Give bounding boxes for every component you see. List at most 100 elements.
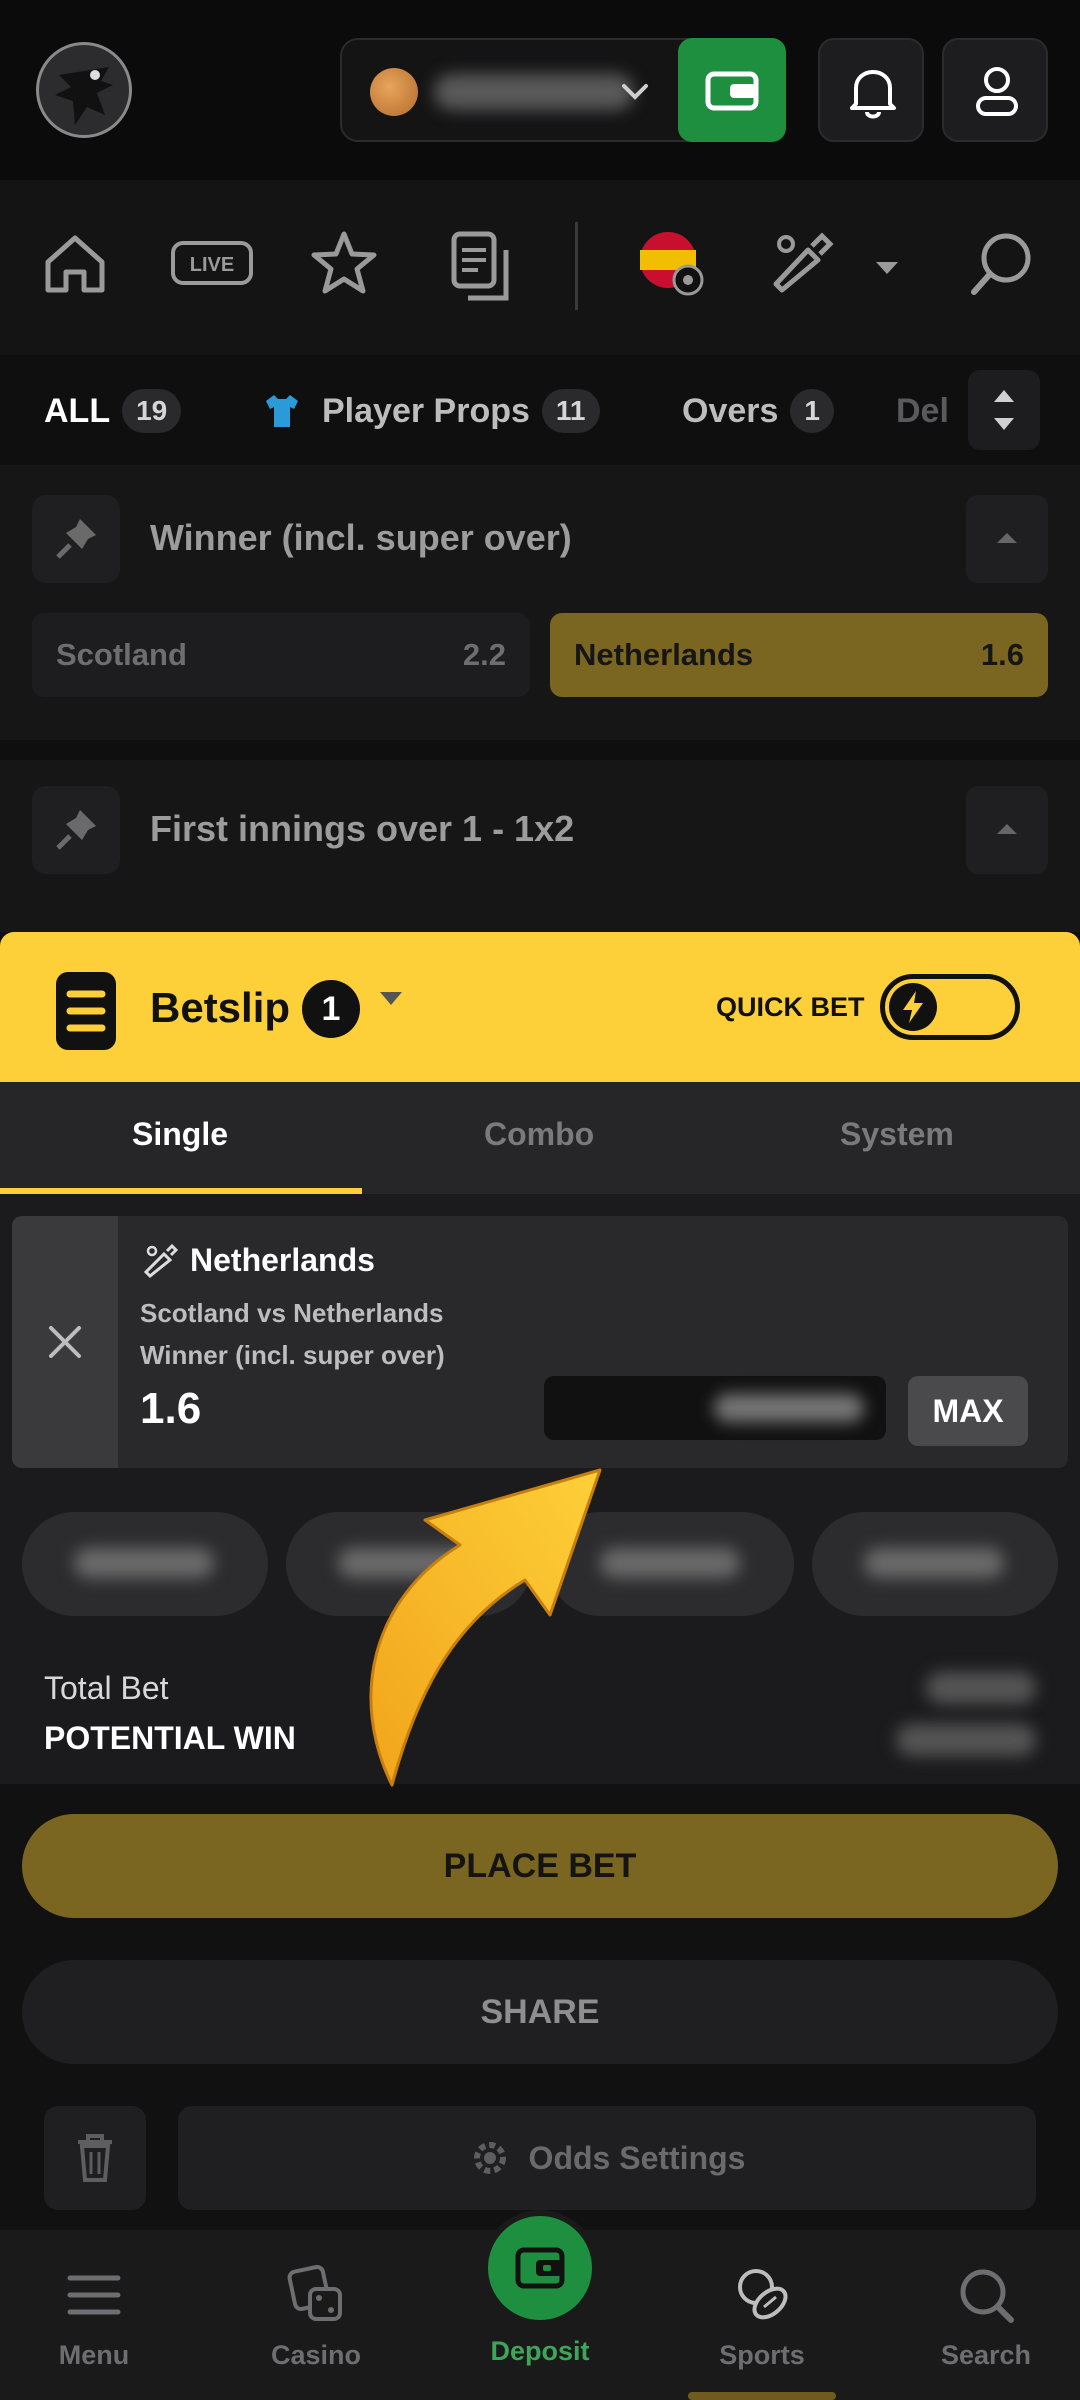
quick-stake-button[interactable]: [812, 1512, 1058, 1616]
user-icon: [976, 67, 1018, 116]
wallet-icon: [705, 71, 759, 111]
market-collapse-button[interactable]: [966, 786, 1048, 874]
betslip-tabs: Single Combo System: [0, 1082, 1080, 1194]
bet-history-icon[interactable]: [448, 228, 514, 309]
chip-player-props[interactable]: Player Props 11: [262, 383, 600, 439]
chevron-up-icon: [997, 533, 1017, 543]
quick-bet-label: QUICK BET: [716, 992, 865, 1022]
bet-selection-card: Netherlands Scotland vs Netherlands Winn…: [12, 1216, 1068, 1468]
quick-stake-amount-hidden: [864, 1548, 1004, 1578]
tab-system[interactable]: System: [840, 1116, 954, 1153]
bell-icon: [850, 70, 896, 119]
gear-icon: [473, 2142, 506, 2174]
football-spain-icon[interactable]: [636, 228, 706, 303]
nav-deposit-label: Deposit: [490, 2336, 590, 2366]
account-button[interactable]: [942, 38, 1048, 142]
pin-icon: [56, 519, 96, 559]
potential-win-amount-hidden: [896, 1724, 1036, 1756]
quick-stake-button[interactable]: [22, 1512, 268, 1616]
selection-odds: 1.6: [140, 1384, 202, 1433]
quick-stake-amount-hidden: [74, 1548, 214, 1578]
potential-win-label: POTENTIAL WIN: [44, 1720, 296, 1756]
odds-settings-button[interactable]: Odds Settings: [178, 2106, 1036, 2210]
share-button[interactable]: SHARE: [22, 1960, 1058, 2064]
expand-collapse-icon: [994, 390, 1014, 430]
nav-label: Menu: [58, 2340, 130, 2370]
dice-icon: [287, 2265, 342, 2321]
chip-all[interactable]: ALL 19: [44, 383, 182, 439]
stake-amount-hidden: [714, 1394, 864, 1422]
nav-sports[interactable]: Sports: [672, 2230, 852, 2400]
odd-team: Scotland: [56, 637, 187, 672]
total-bet-amount-hidden: [926, 1672, 1036, 1704]
tab-single[interactable]: Single: [132, 1116, 228, 1153]
chip-label: Del: [896, 391, 949, 430]
chip-count: 19: [122, 389, 182, 433]
caret-down-icon: [380, 992, 402, 1005]
total-bet-label: Total Bet: [44, 1670, 169, 1706]
sport-nav-row: LIVE: [0, 180, 1080, 355]
nav-deposit-button[interactable]: [482, 2210, 598, 2326]
market-collapse-button[interactable]: [966, 495, 1048, 583]
collapse-all-button[interactable]: [968, 370, 1040, 450]
sport-dropdown-caret-icon[interactable]: [872, 258, 902, 283]
favorites-star-icon[interactable]: [308, 228, 380, 303]
notifications-button[interactable]: [818, 38, 924, 142]
nav-divider: [575, 222, 578, 310]
nav-label: Sports: [719, 2340, 805, 2370]
chip-label: Player Props: [322, 391, 530, 430]
clear-betslip-button[interactable]: [44, 2106, 146, 2210]
market-title: Winner (incl. super over): [150, 517, 572, 558]
selection-name: Netherlands: [190, 1242, 375, 1278]
brand-logo[interactable]: [36, 42, 132, 138]
chevron-down-icon: [620, 66, 650, 125]
stake-input[interactable]: [544, 1376, 886, 1440]
market-filter-chips: ALL 19 Player Props 11 Overs 1 Del: [0, 355, 1080, 465]
odds-settings-label: Odds Settings: [528, 2139, 746, 2176]
odd-button-scotland[interactable]: Scotland 2.2: [32, 613, 530, 697]
menu-icon: [67, 2275, 121, 2315]
selection-market: Winner (incl. super over): [140, 1340, 445, 1370]
home-icon[interactable]: [40, 228, 110, 303]
sports-balls-icon: [738, 2269, 788, 2320]
odd-button-netherlands[interactable]: Netherlands 1.6: [550, 613, 1048, 697]
nav-label: Casino: [270, 2340, 362, 2370]
live-icon[interactable]: LIVE: [170, 240, 254, 291]
pin-icon: [56, 810, 96, 850]
nav-label: Search: [940, 2340, 1032, 2370]
pin-button[interactable]: [32, 786, 120, 874]
search-icon: [960, 2269, 1014, 2323]
betslip-icon: [56, 972, 116, 1050]
chip-overs[interactable]: Overs 1: [682, 383, 834, 439]
selection-match: Scotland vs Netherlands: [140, 1298, 444, 1328]
active-nav-indicator: [688, 2392, 836, 2400]
nav-casino[interactable]: Casino: [226, 2230, 406, 2400]
place-bet-button[interactable]: PLACE BET: [22, 1814, 1058, 1918]
remove-selection-button[interactable]: [12, 1216, 118, 1468]
market-winner: Winner (incl. super over) Scotland 2.2 N…: [0, 465, 1080, 740]
tab-combo[interactable]: Combo: [484, 1116, 594, 1153]
market-first-innings: First innings over 1 - 1x2: [0, 760, 1080, 932]
pin-button[interactable]: [32, 495, 120, 583]
close-icon: [12, 1216, 118, 1468]
nav-menu[interactable]: Menu: [4, 2230, 184, 2400]
wallet-button[interactable]: [678, 38, 786, 142]
cricket-bat-icon[interactable]: [768, 228, 838, 303]
nav-search[interactable]: Search: [896, 2230, 1076, 2400]
max-stake-button[interactable]: MAX: [908, 1376, 1028, 1446]
chip-count: 11: [541, 389, 600, 433]
chip-partial[interactable]: Del: [896, 383, 949, 439]
quick-bet-toggle[interactable]: [880, 974, 1020, 1040]
trash-icon: [78, 2134, 112, 2182]
betslip-count-badge: 1: [302, 980, 360, 1038]
top-header: [0, 0, 1080, 180]
betslip-title: Betslip: [150, 984, 291, 1031]
chip-count: 1: [790, 389, 834, 433]
chevron-up-icon: [997, 824, 1017, 834]
odd-price: 2.2: [462, 637, 506, 672]
chip-label: ALL: [44, 391, 111, 430]
search-icon[interactable]: [966, 228, 1038, 305]
odd-price: 1.6: [980, 637, 1024, 672]
wallet-icon: [515, 2247, 565, 2289]
cricket-bat-icon: [143, 1243, 179, 1279]
